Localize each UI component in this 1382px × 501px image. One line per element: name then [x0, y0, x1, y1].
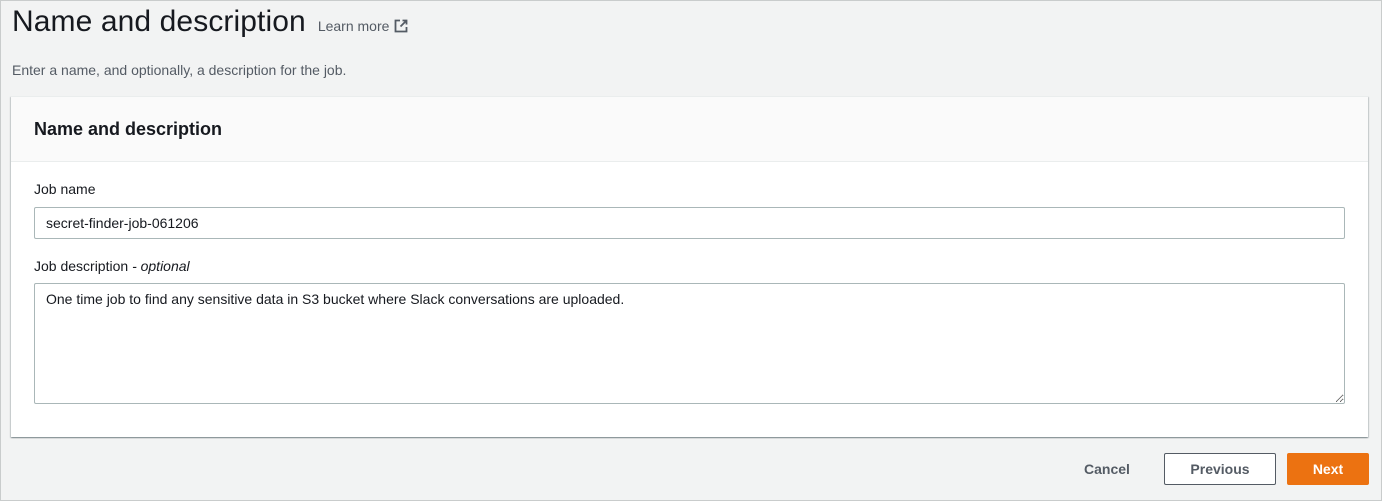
panel-title: Name and description	[34, 119, 223, 139]
optional-hint: - optional	[132, 258, 190, 274]
next-button[interactable]: Next	[1287, 453, 1369, 485]
panel-header: Name and description	[11, 97, 1368, 162]
page-header: Name and description Learn more	[12, 5, 408, 39]
learn-more-label: Learn more	[317, 18, 390, 34]
job-name-input[interactable]	[34, 207, 1345, 239]
name-description-panel: Name and description Job name Job descri…	[11, 96, 1368, 437]
job-description-label-text: Job description	[34, 258, 129, 274]
job-name-label: Job name	[34, 181, 95, 197]
page-description: Enter a name, and optionally, a descript…	[12, 62, 347, 78]
cancel-button[interactable]: Cancel	[1069, 453, 1145, 485]
job-description-textarea[interactable]: One time job to find any sensitive data …	[34, 283, 1345, 404]
job-description-label: Job description - optional	[34, 258, 190, 274]
job-name-label-text: Job name	[34, 181, 96, 197]
previous-button[interactable]: Previous	[1164, 453, 1276, 485]
learn-more-link[interactable]: Learn more	[318, 18, 409, 34]
external-link-icon	[394, 19, 408, 33]
page-title: Name and description	[12, 5, 306, 38]
